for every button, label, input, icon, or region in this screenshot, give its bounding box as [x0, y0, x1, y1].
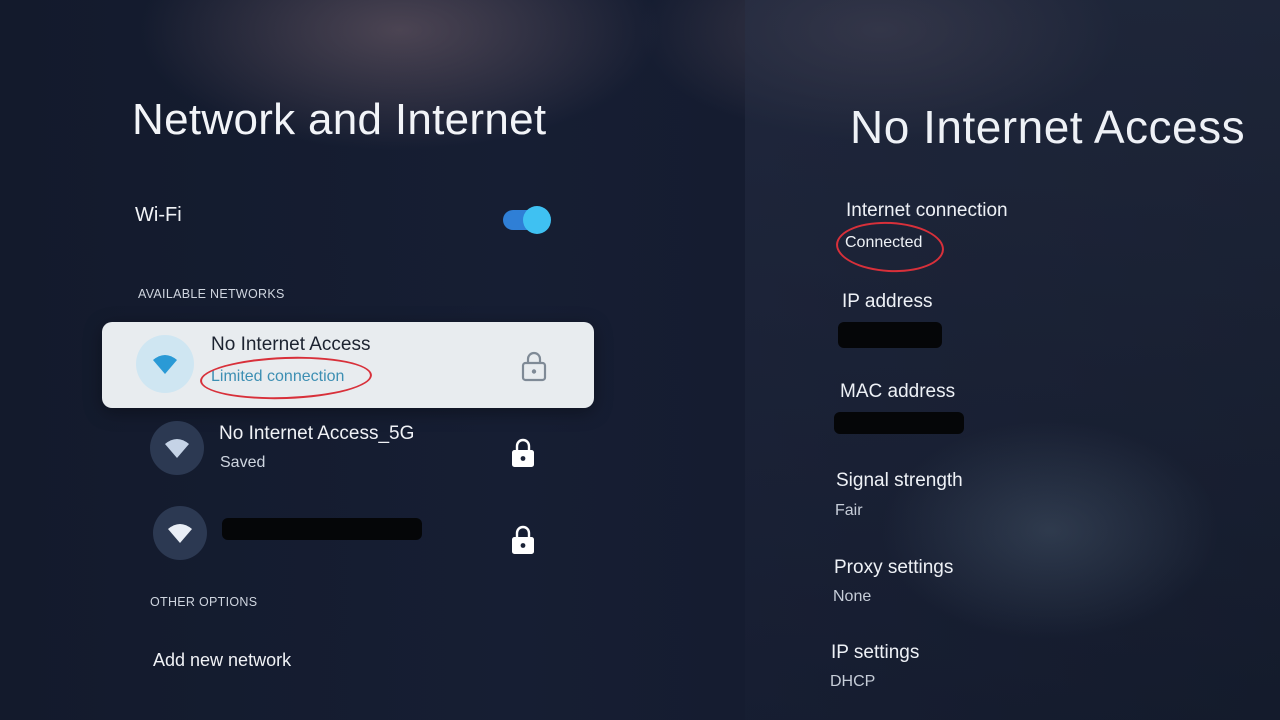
details-title: No Internet Access: [850, 101, 1246, 153]
network-item[interactable]: No Internet Access_5G Saved: [150, 421, 570, 481]
redacted-mac-address: [834, 412, 964, 434]
internet-connection-label: Internet connection: [846, 200, 1008, 221]
wifi-icon: [153, 506, 207, 560]
lock-icon: [520, 350, 548, 387]
network-name: No Internet Access: [211, 334, 371, 355]
wifi-icon: [136, 335, 194, 393]
ip-settings-value: DHCP: [830, 673, 876, 690]
proxy-settings-value: None: [833, 588, 872, 605]
signal-strength-value: Fair: [835, 502, 863, 519]
add-new-network-button[interactable]: Add new network: [153, 650, 291, 671]
network-name: No Internet Access_5G: [219, 423, 415, 444]
wifi-label: Wi-Fi: [135, 204, 182, 226]
other-options-header: OTHER OPTIONS: [150, 595, 258, 609]
wifi-toggle[interactable]: [503, 206, 551, 234]
lock-icon: [510, 437, 536, 474]
page-title: Network and Internet: [132, 95, 547, 144]
redacted-network-name: [222, 518, 422, 540]
mac-address-label: MAC address: [840, 381, 956, 402]
available-networks-header: AVAILABLE NETWORKS: [138, 287, 285, 301]
wifi-toggle-row[interactable]: Wi-Fi: [135, 204, 555, 244]
proxy-settings-label[interactable]: Proxy settings: [834, 557, 953, 579]
wifi-toggle-knob: [523, 206, 551, 234]
ip-address-label: IP address: [842, 291, 933, 312]
network-status: Saved: [220, 454, 266, 471]
lock-icon: [510, 524, 536, 561]
screen-reflection: [880, 420, 1220, 640]
redacted-ip-address: [838, 322, 942, 348]
signal-strength-label: Signal strength: [836, 470, 963, 491]
wifi-icon: [150, 421, 204, 475]
ip-settings-label[interactable]: IP settings: [831, 642, 919, 664]
network-item[interactable]: [150, 506, 570, 566]
